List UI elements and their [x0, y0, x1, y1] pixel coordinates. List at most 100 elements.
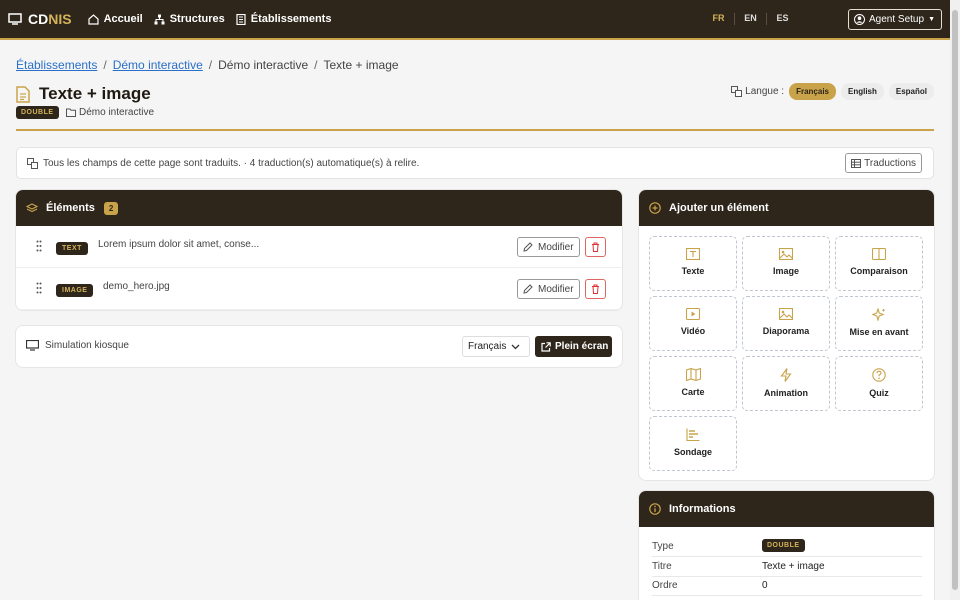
nav-etablissements[interactable]: Établissements [236, 13, 331, 25]
sitemap-icon [154, 14, 165, 24]
info-type-badge: DOUBLE [762, 539, 805, 552]
document-icon [16, 85, 30, 103]
language-pill-es[interactable]: Español [888, 83, 934, 100]
delete-element-button[interactable] [585, 279, 606, 299]
notice-text: Tous les champs de cette page sont tradu… [43, 157, 420, 169]
add-quiz-tile[interactable]: Quiz [835, 356, 923, 411]
info-key: Ordre [652, 580, 678, 591]
tile-label: Vidéo [680, 326, 706, 336]
nav-accueil[interactable]: Accueil [87, 13, 143, 25]
drag-handle-icon[interactable] [36, 282, 42, 294]
language-pill-fr[interactable]: Français [789, 83, 836, 100]
top-language-switch: FR EN ES [703, 13, 798, 25]
text-icon [686, 248, 700, 260]
kiosk-simulation-bar: Simulation kiosque Français Plein écran [16, 326, 622, 367]
info-icon [649, 503, 661, 515]
add-slideshow-tile[interactable]: Diaporama [742, 296, 830, 351]
kiosk-language-value: Français [468, 341, 507, 352]
breadcrumb: Établissements / Démo interactive / Démo… [16, 58, 399, 72]
add-image-tile[interactable]: Image [742, 236, 830, 291]
elements-header: Éléments 2 [16, 190, 622, 226]
building-icon [236, 13, 246, 25]
element-row[interactable]: TEXT Lorem ipsum dolor sit amet, conse..… [16, 226, 622, 268]
add-comparison-tile[interactable]: Comparaison [835, 236, 923, 291]
add-video-tile[interactable]: Vidéo [649, 296, 737, 351]
tile-label: Texte [681, 266, 705, 276]
translate-icon [27, 157, 38, 169]
add-map-tile[interactable]: Carte [649, 356, 737, 411]
lightning-icon [780, 368, 792, 382]
language-pill-en[interactable]: English [840, 83, 884, 100]
kiosk-label: Simulation kiosque [26, 340, 129, 351]
lang-es[interactable]: ES [767, 13, 798, 25]
info-value: Texte + image [762, 561, 825, 572]
info-row-type: Type DOUBLE [652, 538, 922, 557]
page-header: Texte + image [16, 84, 151, 104]
add-animation-tile[interactable]: Animation [742, 356, 830, 411]
chevron-down-icon [511, 344, 520, 350]
edit-element-button[interactable]: Modifier [517, 279, 580, 299]
brand-nis: NIS [48, 11, 72, 27]
user-menu-button[interactable]: Agent Setup ▼ [848, 9, 942, 30]
page-title: Texte + image [39, 84, 151, 103]
nav-structures[interactable]: Structures [154, 13, 225, 25]
main-nav: Accueil Structures Établissements [87, 13, 343, 25]
sparkle-icon [872, 308, 885, 321]
tile-label: Comparaison [850, 266, 908, 276]
info-row-order: Ordre 0 [652, 577, 922, 596]
map-icon [685, 368, 701, 381]
lang-fr[interactable]: FR [703, 13, 734, 25]
elements-title: Éléments [46, 202, 95, 214]
element-type-badge: TEXT [56, 242, 88, 255]
video-icon [686, 308, 700, 320]
tile-label: Image [772, 266, 799, 276]
breadcrumb-link-demo[interactable]: Démo interactive [113, 58, 203, 72]
translation-notice: Tous les champs de cette page sont tradu… [16, 147, 934, 179]
brand-logo[interactable]: CD NIS [8, 11, 72, 27]
kiosk-language-select[interactable]: Français [462, 336, 530, 357]
page-scrollbar[interactable] [950, 0, 960, 600]
scrollbar-thumb[interactable] [952, 10, 958, 590]
delete-element-button[interactable] [585, 237, 606, 257]
element-row[interactable]: IMAGE demo_hero.jpg Modifier [16, 268, 622, 310]
tile-label: Carte [681, 387, 705, 397]
type-badge: DOUBLE [16, 106, 59, 119]
information-header: Informations [639, 491, 934, 527]
fullscreen-button[interactable]: Plein écran [535, 336, 612, 357]
user-name: Agent Setup [869, 14, 925, 25]
tile-label: Quiz [869, 388, 889, 398]
breadcrumb-separator: / [314, 58, 318, 72]
breadcrumb-link-etablissements[interactable]: Établissements [16, 58, 97, 72]
add-element-title: Ajouter un élément [669, 202, 769, 214]
tile-label: Diaporama [762, 326, 810, 336]
breadcrumb-separator: / [103, 58, 107, 72]
image-icon [779, 248, 793, 260]
monitor-icon [26, 340, 39, 351]
top-navbar: CD NIS Accueil Structures Établissements … [0, 0, 950, 40]
breadcrumb-item: Démo interactive [218, 58, 309, 72]
external-link-icon [541, 341, 551, 352]
brand-cd: CD [28, 11, 49, 27]
pencil-icon [523, 242, 533, 252]
plus-circle-icon [649, 202, 661, 214]
add-text-tile[interactable]: Texte [649, 236, 737, 291]
drag-handle-icon[interactable] [36, 240, 42, 252]
comparison-icon [872, 248, 886, 260]
edit-element-button[interactable]: Modifier [517, 237, 580, 257]
information-title: Informations [669, 503, 736, 515]
header-divider [16, 129, 934, 131]
add-poll-tile[interactable]: Sondage [649, 416, 737, 471]
tile-label: Animation [764, 388, 808, 398]
kiosk-label-text: Simulation kiosque [45, 340, 129, 351]
info-value: 0 [762, 580, 768, 591]
lang-en[interactable]: EN [735, 13, 766, 25]
folder-icon [66, 108, 76, 117]
element-preview: Lorem ipsum dolor sit amet, conse... [98, 239, 260, 250]
tile-label: Mise en avant [849, 327, 909, 337]
translations-button[interactable]: Traductions [845, 153, 922, 173]
folder-label[interactable]: Démo interactive [66, 107, 154, 118]
add-highlight-tile[interactable]: Mise en avant [835, 296, 923, 351]
info-row-title: Titre Texte + image [652, 558, 922, 577]
trash-icon [592, 284, 599, 294]
nav-accueil-label: Accueil [103, 13, 143, 25]
